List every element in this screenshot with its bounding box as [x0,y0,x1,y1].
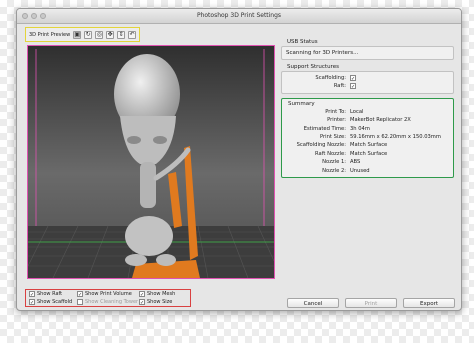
show-scaffold-checkbox[interactable]: ✓ [29,298,35,306]
show-scaffold-label: Show Scaffold [37,298,73,305]
show-scaffold-option[interactable]: ✓ Show Scaffold [29,298,77,306]
show-raft-option[interactable]: ✓ Show Raft [29,291,77,298]
summary-key: Nozzle 2: [322,167,346,174]
show-raft-label: Show Raft [37,291,63,298]
pan-icon[interactable]: ✥ [106,30,115,39]
summary-key: Estimated Time: [303,125,346,132]
summary-value: MakerBot Replicator 2X [350,117,411,124]
raft-label: Raft: [333,83,346,90]
3d-scene [28,46,274,278]
summary-key: Raft Nozzle: [315,150,346,157]
scaffolding-checkbox[interactable]: ✓ [350,74,356,82]
slide-icon[interactable]: ⇕ [117,30,126,39]
roll-icon[interactable]: ◎ [95,30,104,39]
show-size-option[interactable]: ✓ Show Size [139,298,195,306]
show-mesh-label: Show Mesh [147,291,176,298]
show-print-volume-option[interactable]: ✓ Show Print Volume [77,291,139,298]
summary-key: Print Size: [320,134,346,141]
summary-value: Local [350,108,364,115]
summary-box: Summary Print To: Local Printer: MakerBot … [281,97,454,179]
show-print-volume-label: Show Print Volume [85,291,132,298]
print-settings-window: Photoshop 3D Print Settings 3D Print Pre… [16,8,462,311]
usb-status-text: Scanning for 3D Printers... [281,46,454,60]
summary-title: Summary [288,100,315,107]
summary-value: 3h 04m [350,125,370,132]
print-button: Print [345,298,397,308]
show-size-checkbox[interactable]: ✓ [139,298,145,306]
summary-value: Match Surface [350,150,388,157]
raft-checkbox[interactable]: ✓ [350,82,356,90]
summary-value: 59.16mm x 62.20mm x 150.03mm [350,134,441,141]
support-structures-title: Support Structures [287,64,339,70]
zoom-button[interactable] [40,13,46,19]
preview-label: 3D Print Preview [29,31,71,38]
display-options: ✓ Show Raft ✓ Show Print Volume ✓ Show Mesh… [25,289,191,307]
cube-view-icon[interactable]: ▣ [73,30,82,39]
window-controls [22,13,46,19]
show-cleaning-tower-option: Show Cleaning Tower [77,298,139,306]
rotate-icon[interactable]: ↻ [84,30,93,39]
summary-value: Unused [350,167,370,174]
show-cleaning-tower-label: Show Cleaning Tower [85,298,139,305]
scaffolding-label: Scaffolding: [315,75,346,81]
minimize-button[interactable] [31,13,37,19]
show-cleaning-tower-checkbox [77,298,83,305]
settings-panel: USB Status Scanning for 3D Printers... S… [281,39,454,182]
show-print-volume-checkbox[interactable]: ✓ [77,291,83,298]
summary-key: Nozzle 1: [322,159,346,166]
support-structures-box: Scaffolding: ✓ Raft: ✓ [281,71,454,94]
usb-status-title: USB Status [287,39,318,45]
show-size-label: Show Size [147,298,173,305]
summary-key: Scaffolding Nozzle: [296,142,346,149]
export-button[interactable]: Export [403,298,455,308]
summary-value: ABS [350,159,361,166]
summary-value: Match Surface [350,142,388,149]
show-mesh-option[interactable]: ✓ Show Mesh [139,291,195,298]
close-button[interactable] [22,13,28,19]
show-mesh-checkbox[interactable]: ✓ [139,291,145,298]
summary-key: Print To: [325,108,346,115]
undo-icon[interactable]: ↶ [128,30,137,39]
3d-preview-viewport[interactable] [27,45,275,279]
summary-key: Printer: [327,117,346,124]
cancel-button[interactable]: Cancel [287,298,339,308]
window-title: Photoshop 3D Print Settings [196,12,282,19]
show-raft-checkbox[interactable]: ✓ [29,291,35,298]
preview-toolbar: 3D Print Preview ▣ ↻ ◎ ✥ ⇕ ↶ [25,27,141,42]
title-bar: Photoshop 3D Print Settings [17,9,461,24]
